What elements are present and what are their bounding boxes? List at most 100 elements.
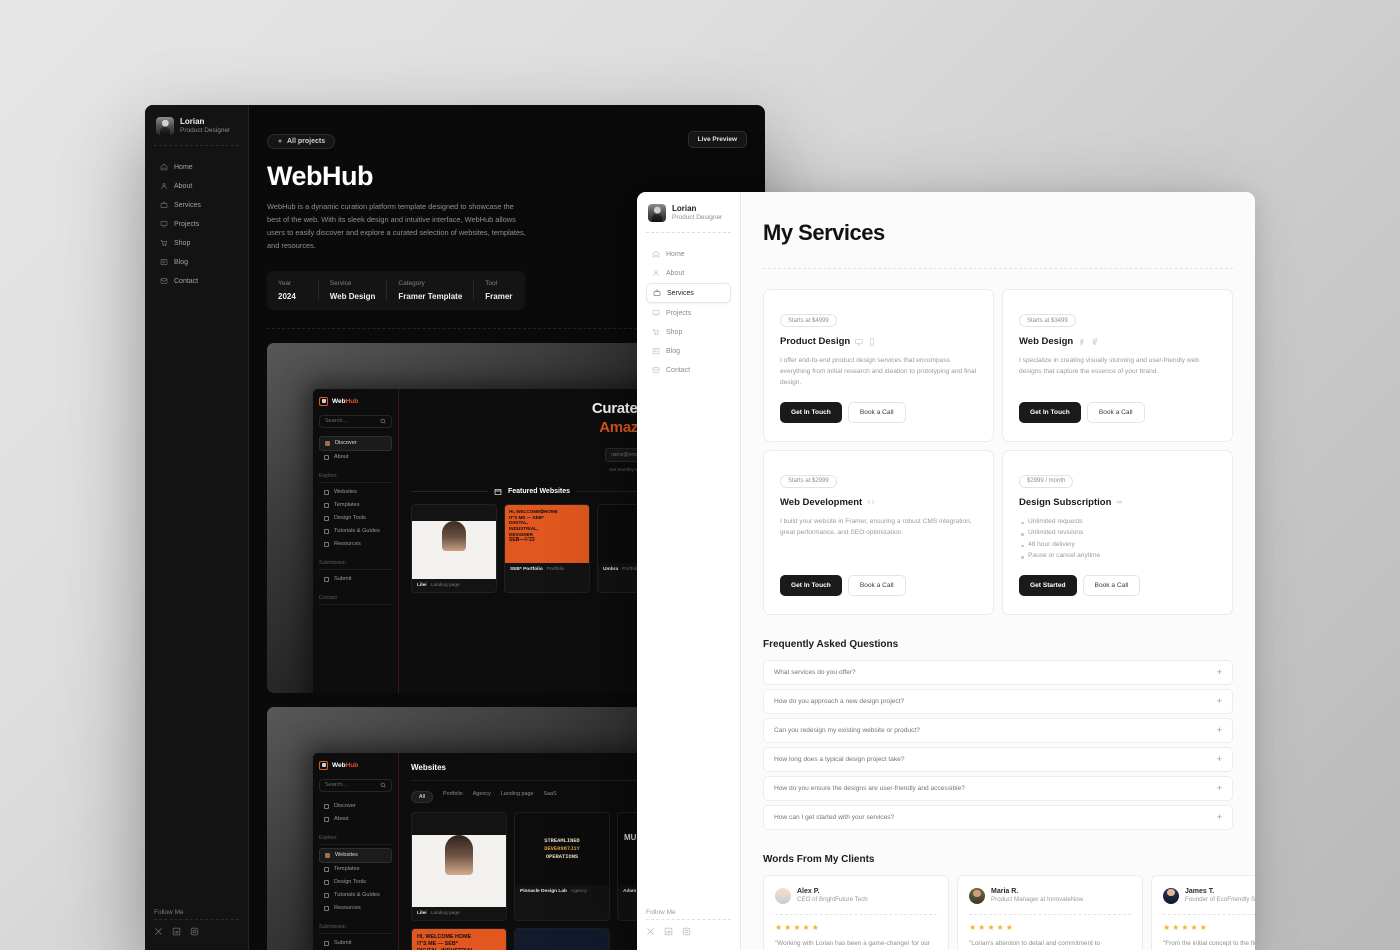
faq-question: How can I get started with your services… [774, 813, 895, 821]
expand-icon[interactable]: + [1217, 725, 1222, 735]
rating-stars: ★★★★★ [775, 922, 821, 932]
mock2-nav-discover[interactable]: Discover [319, 800, 392, 813]
x-icon[interactable] [646, 927, 655, 936]
mock2-card[interactable]: STREAMLINED DEVE0987J1Y OPERATIONS Pinna… [514, 811, 610, 921]
book-a-call-button[interactable]: Book a Call [847, 401, 906, 423]
book-a-call-button[interactable]: Book a Call [1086, 401, 1145, 423]
logo-text: Web [332, 397, 346, 405]
mock2-search[interactable]: Search... [319, 778, 392, 792]
sidebar-item-projects[interactable]: Projects [154, 215, 239, 233]
divider [154, 145, 239, 147]
expand-icon[interactable]: + [1217, 667, 1222, 677]
sidebar-item-home[interactable]: Home [646, 245, 731, 263]
faq-item[interactable]: How do you approach a new design project… [763, 688, 1233, 714]
dark-social-links [154, 919, 239, 936]
light-profile[interactable]: Lorian Product Designer [646, 202, 731, 230]
mock-nav-item[interactable]: Design Tools [319, 512, 392, 525]
mock2-tab[interactable]: Portfolio [443, 791, 463, 803]
mock-nav-item[interactable]: Design Tools [319, 876, 392, 889]
sidebar-item-about[interactable]: About [646, 264, 731, 282]
briefcase-icon [653, 290, 661, 297]
mock1-card[interactable]: Lilei Landing page [411, 503, 497, 593]
instagram-icon[interactable] [190, 927, 199, 936]
mock1-nav-about[interactable]: About [319, 451, 392, 464]
mock2-card[interactable]: LumenAgency [514, 927, 610, 950]
x-icon[interactable] [154, 927, 163, 936]
expand-icon[interactable]: + [1217, 812, 1222, 822]
mock2-nav-about[interactable]: About [319, 813, 392, 826]
testimonial-quote: "Working with Lorian has been a game-cha… [775, 939, 930, 947]
sidebar-item-projects[interactable]: Projects [646, 304, 731, 322]
mock2-card[interactable]: Lilei Landing page [411, 811, 507, 921]
expand-icon[interactable]: + [1217, 754, 1222, 764]
linkedin-icon[interactable] [664, 927, 673, 936]
mock-nav-item[interactable]: Tutorials & Guides [319, 525, 392, 538]
service-title: Web Development [780, 497, 977, 508]
mock2-card[interactable]: HI, WELCOME HOME IT'S ME — SEB* DIGITAL,… [411, 927, 507, 950]
sidebar-item-label: Projects [174, 220, 200, 228]
get-in-touch-button[interactable]: Get In Touch [780, 401, 842, 423]
webhub-logo: WebHub [319, 396, 392, 406]
live-preview-button[interactable]: Live Preview [687, 131, 747, 148]
cart-icon [652, 329, 659, 336]
linkedin-icon[interactable] [172, 927, 181, 936]
card-thumbnail: HI, WELCOME✪HOME IT'S ME — SEB* DIGITAL, IN… [505, 504, 589, 563]
sidebar-item-blog[interactable]: Blog [154, 253, 239, 271]
mock-nav-item[interactable]: Templates [319, 863, 392, 876]
sidebar-item-shop[interactable]: Shop [646, 323, 731, 341]
faq-item[interactable]: How do you ensure the designs are user-f… [763, 775, 1233, 801]
client-role: CEO of BrightFuture Tech [797, 896, 868, 904]
sidebar-item-home[interactable]: Home [154, 158, 239, 176]
mock1-search[interactable]: Search... [319, 414, 392, 428]
mock1-card[interactable]: HI, WELCOME✪HOME IT'S ME — SEB* DIGITAL, IN… [504, 503, 590, 593]
mock-nav-item[interactable]: Websites [319, 486, 392, 499]
page-title: My Services [763, 220, 885, 245]
mock2-sidebar: WebHub Search... Discover About Explore … [313, 752, 399, 950]
testimonial-header: Maria R. Product Manager at InnovateNow [969, 887, 1131, 914]
sidebar-item-services[interactable]: Services [154, 196, 239, 214]
mock-nav-item[interactable]: Resources [319, 902, 392, 915]
sidebar-item-services[interactable]: Services [646, 283, 731, 304]
book-a-call-button[interactable]: Book a Call [1082, 574, 1141, 596]
faq-item[interactable]: How long does a typical design project t… [763, 746, 1233, 772]
mock2-tab[interactable]: Agency [473, 791, 491, 803]
article-icon [160, 259, 168, 266]
get-in-touch-button[interactable]: Get Started [1019, 574, 1077, 596]
expand-icon[interactable]: + [1217, 696, 1222, 706]
mock1-group-contact: Contact [319, 595, 392, 605]
mock-nav-item[interactable]: Websites [319, 847, 392, 863]
meta-key: Year [278, 279, 292, 287]
expand-icon[interactable]: + [1217, 783, 1222, 793]
client-role: Product Manager at InnovateNow [991, 896, 1084, 904]
briefcase-icon [160, 202, 168, 209]
testimonial-card: Maria R. Product Manager at InnovateNow ★★… [957, 874, 1143, 950]
dark-sidebar: Lorian Product Designer Home About Service… [145, 105, 249, 950]
mock-nav-item[interactable]: Submit [319, 937, 392, 950]
faq-item[interactable]: How can I get started with your services… [763, 804, 1233, 830]
dark-nav: Home About Services Projects Shop Blog Contact [154, 158, 239, 290]
faq-item[interactable]: What services do you offer? + [763, 659, 1233, 685]
sidebar-item-label: Projects [666, 309, 692, 317]
service-card: Starts at $2999 Web Development I build yo… [763, 449, 994, 615]
sidebar-item-shop[interactable]: Shop [154, 234, 239, 252]
mock1-nav-discover[interactable]: Discover [319, 435, 392, 451]
mock-nav-item[interactable]: Submit [319, 573, 392, 586]
mock2-tab[interactable]: SaaS [543, 791, 556, 803]
get-in-touch-button[interactable]: Get In Touch [780, 574, 842, 596]
mock-nav-item[interactable]: Tutorials & Guides [319, 889, 392, 902]
dark-profile[interactable]: Lorian Product Designer [154, 115, 239, 143]
avatar [969, 887, 985, 904]
mock2-tab[interactable]: All [411, 790, 433, 803]
sidebar-item-about[interactable]: About [154, 177, 239, 195]
all-projects-button[interactable]: All projects [267, 133, 336, 149]
sidebar-item-blog[interactable]: Blog [646, 342, 731, 360]
mock-nav-item[interactable]: Resources [319, 538, 392, 551]
get-in-touch-button[interactable]: Get In Touch [1019, 401, 1081, 423]
sidebar-item-contact[interactable]: Contact [646, 361, 731, 379]
book-a-call-button[interactable]: Book a Call [847, 574, 906, 596]
instagram-icon[interactable] [682, 927, 691, 936]
mock-nav-item[interactable]: Templates [319, 499, 392, 512]
faq-item[interactable]: Can you redesign my existing website or … [763, 717, 1233, 743]
sidebar-item-contact[interactable]: Contact [154, 272, 239, 290]
mock2-tab[interactable]: Landing page [501, 791, 534, 803]
